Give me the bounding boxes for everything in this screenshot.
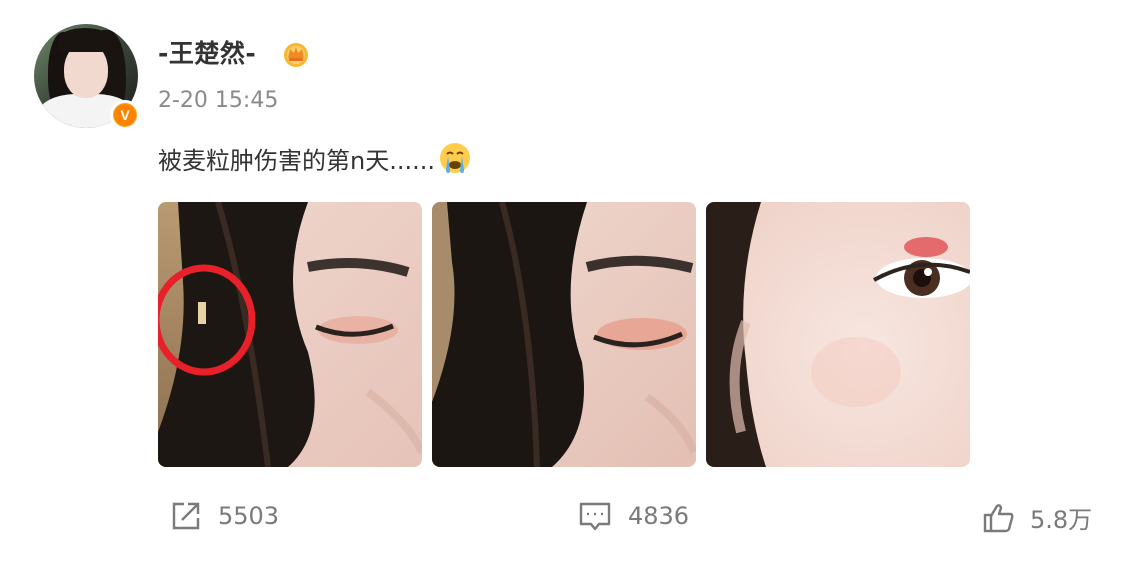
post-text-container: 被麦粒肿伤害的第n天...... xyxy=(158,140,473,176)
verified-badge-icon: V xyxy=(110,100,140,130)
comment-button[interactable]: 4836 xyxy=(578,500,689,532)
repost-button[interactable]: 5503 xyxy=(170,500,279,532)
photo-3[interactable] xyxy=(706,202,970,467)
like-button[interactable]: 5.8万 xyxy=(982,500,1092,535)
comment-icon xyxy=(579,502,611,531)
photo-2[interactable] xyxy=(432,202,696,467)
photo-1[interactable] xyxy=(158,202,422,467)
post-text: 被麦粒肿伤害的第n天...... xyxy=(158,146,435,175)
repost-icon xyxy=(172,502,200,530)
like-count: 5.8万 xyxy=(1030,506,1093,534)
crown-badge-icon[interactable] xyxy=(281,40,311,68)
crying-face-emoji xyxy=(439,143,470,173)
weibo-post: V -王楚然- 2-20 15:45 被麦粒肿伤害的第n天...... 5503… xyxy=(0,0,1126,568)
post-time[interactable]: 2-20 15:45 xyxy=(158,88,278,113)
username[interactable]: -王楚然- xyxy=(158,34,256,70)
comment-count: 4836 xyxy=(628,502,690,530)
photo-grid xyxy=(158,202,970,467)
thumbs-up-icon xyxy=(983,503,1014,532)
avatar[interactable]: V xyxy=(34,24,140,130)
repost-count: 5503 xyxy=(218,502,280,530)
action-bar: 5503 4836 5.8万 xyxy=(0,500,1126,550)
